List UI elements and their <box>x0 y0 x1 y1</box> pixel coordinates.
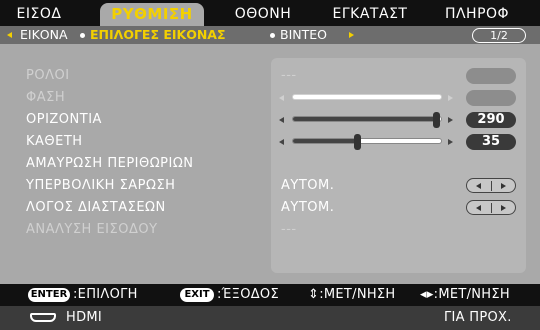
exit-help-text: :ΈΞΟΔΟΣ <box>217 287 279 302</box>
slider-fill <box>293 139 359 143</box>
row-value: --- <box>281 222 297 237</box>
left-arrow-icon[interactable] <box>476 183 481 189</box>
row-label: ΑΜΑΥΡΩΣΗ ΠΕΡΙΘΩΡΙΩΝ <box>26 156 194 171</box>
decrease-arrow-icon[interactable] <box>279 139 284 145</box>
move-updown-help-text: ⇕:ΜΕΤ/ΝΗΣΗ <box>308 287 396 302</box>
horizontal-slider[interactable] <box>279 109 459 131</box>
tab-info[interactable]: ΠΛΗΡΟΦ <box>432 3 522 26</box>
slider-fill <box>293 117 437 121</box>
right-arrow-icon[interactable] <box>349 32 354 38</box>
slider-track <box>292 94 442 100</box>
increase-arrow-icon[interactable] <box>448 139 453 145</box>
right-arrow-icon[interactable] <box>501 205 506 211</box>
page-indicator: 1/2 <box>472 28 526 43</box>
row-label: ΟΡΙΖΟΝΤΙΑ <box>26 112 102 127</box>
row-overscan[interactable]: ΥΠΕΡΒΟΛΙΚΗ ΣΑΡΩΣΗ ΑΥΤΟΜ. <box>0 175 540 197</box>
slider-track <box>292 112 442 128</box>
phase-slider[interactable] <box>279 87 459 109</box>
subtab-picture-options[interactable]: ΕΠΙΛΟΓΕΣ ΕΙΚΟΝΑΣ <box>90 26 226 44</box>
row-value: --- <box>281 68 297 83</box>
tab-display[interactable]: ΟΘΟΝΗ <box>222 3 304 26</box>
slider-knob[interactable] <box>354 134 362 150</box>
row-label: ΛΟΓΟΣ ΔΙΑΣΤΑΣΕΩΝ <box>26 200 166 215</box>
row-phase[interactable]: ΦΑΣΗ <box>0 87 540 109</box>
tab-setup[interactable]: ΡΥΘΜΙΣΗ <box>100 3 204 26</box>
divider <box>491 203 492 213</box>
slider-knob[interactable] <box>432 112 440 128</box>
row-label: ΦΑΣΗ <box>26 90 66 105</box>
enter-help-text: :ΕΠΙΛΟΓΗ <box>73 287 138 302</box>
value-pill: 35 <box>466 134 516 150</box>
tab-input[interactable]: ΕΙΣΟΔ <box>8 3 70 26</box>
row-blanking[interactable]: ΑΜΑΥΡΩΣΗ ΠΕΡΙΘΩΡΙΩΝ <box>0 153 540 175</box>
row-input-resolution[interactable]: ΑΝΑΛΥΣΗ ΕΙΣΟΔΟΥ --- <box>0 219 540 241</box>
left-arrow-icon[interactable] <box>7 32 12 38</box>
slider-track <box>292 134 442 150</box>
increase-arrow-icon[interactable] <box>448 117 453 123</box>
value-pill: 290 <box>466 112 516 128</box>
right-arrow-icon[interactable] <box>501 183 506 189</box>
decrease-arrow-icon[interactable] <box>279 117 284 123</box>
top-tab-bar: ΕΙΣΟΔ ΡΥΘΜΙΣΗ ΟΘΟΝΗ ΕΓΚΑΤΑΣΤ ΠΛΗΡΟΦ <box>0 0 540 26</box>
source-label: HDMI <box>66 310 103 325</box>
row-aspect-ratio[interactable]: ΛΟΓΟΣ ΔΙΑΣΤΑΣΕΩΝ ΑΥΤΟΜ. <box>0 197 540 219</box>
row-vertical[interactable]: ΚΑΘΕΤΗ 35 <box>0 131 540 153</box>
move-leftright-help-text: ◂▸:ΜΕΤ/ΝΗΣΗ <box>420 287 510 302</box>
row-clock[interactable]: ΡΟΛΟΙ --- <box>0 65 540 87</box>
left-arrow-icon[interactable] <box>476 205 481 211</box>
divider <box>491 181 492 191</box>
separator-dot-icon <box>80 33 85 38</box>
value-pill <box>466 90 516 106</box>
enter-key-badge: ENTER <box>28 288 70 302</box>
subtab-picture[interactable]: ΕΙΚΟΝΑ <box>20 26 68 44</box>
value-pill <box>466 68 516 84</box>
hdmi-icon <box>30 313 56 322</box>
settings-panel: ΡΟΛΟΙ --- ΦΑΣΗ ΟΡΙΖΟΝΤΙΑ 290 ΚΑΘΕΤΗ 35 Α… <box>0 44 540 284</box>
subtab-video[interactable]: ΒΙΝΤΕΟ <box>280 26 327 44</box>
tab-installation[interactable]: ΕΓΚΑΤΑΣΤ <box>320 3 420 26</box>
decrease-arrow-icon[interactable] <box>279 95 284 101</box>
sub-tab-bar: ΕΙΚΟΝΑ ΕΠΙΛΟΓΕΣ ΕΙΚΟΝΑΣ ΒΙΝΤΕΟ 1/2 <box>0 26 540 44</box>
left-right-selector[interactable] <box>466 200 516 215</box>
help-bar: ENTER :ΕΠΙΛΟΓΗ EXIT :ΈΞΟΔΟΣ ⇕:ΜΕΤ/ΝΗΣΗ ◂… <box>0 284 540 306</box>
vertical-slider[interactable] <box>279 131 459 153</box>
row-label: ΥΠΕΡΒΟΛΙΚΗ ΣΑΡΩΣΗ <box>26 178 176 193</box>
row-value: ΑΥΤΟΜ. <box>281 200 335 215</box>
row-horizontal[interactable]: ΟΡΙΖΟΝΤΙΑ 290 <box>0 109 540 131</box>
row-value: ΑΥΤΟΜ. <box>281 178 335 193</box>
row-label: ΚΑΘΕΤΗ <box>26 134 83 149</box>
status-bar: HDMI ΓΙΑ ΠΡΟΧ. <box>0 306 540 330</box>
left-right-selector[interactable] <box>466 178 516 193</box>
increase-arrow-icon[interactable] <box>448 95 453 101</box>
row-label: ΡΟΛΟΙ <box>26 68 70 83</box>
row-label: ΑΝΑΛΥΣΗ ΕΙΣΟΔΟΥ <box>26 222 158 237</box>
exit-key-badge: EXIT <box>180 288 214 302</box>
separator-dot-icon <box>270 33 275 38</box>
advanced-label: ΓΙΑ ΠΡΟΧ. <box>444 310 512 325</box>
